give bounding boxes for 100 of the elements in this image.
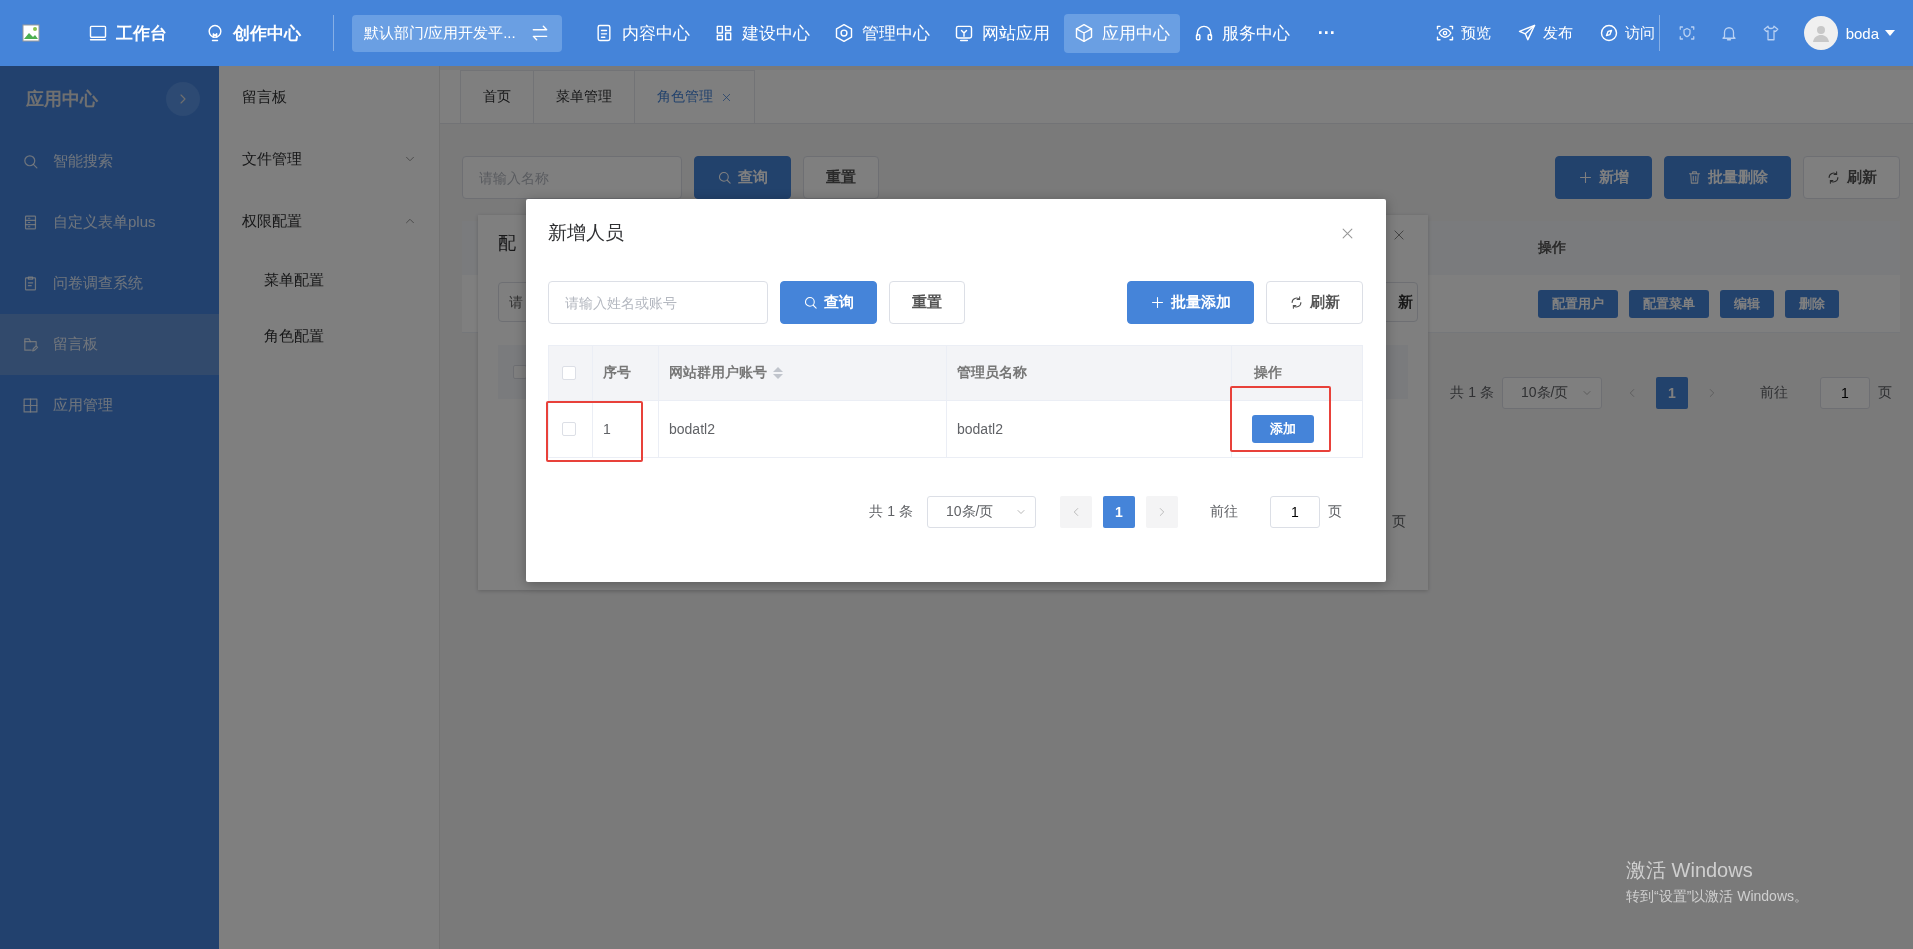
sidebar-item[interactable]: 智能搜索 <box>0 131 219 192</box>
total-count: 共 1 条 <box>1450 384 1494 402</box>
delete-button[interactable]: 批量删除 <box>1664 156 1791 199</box>
avatar[interactable] <box>1803 16 1838 50</box>
nav-item[interactable]: 内容中心 <box>583 13 700 53</box>
add-button[interactable]: 新增 <box>1555 156 1652 199</box>
activation-text: 转到“设置”以激活 Windows。 <box>1626 888 1808 906</box>
header-action[interactable]: 访问 <box>1598 23 1655 43</box>
refresh-icon <box>1289 295 1304 310</box>
sidebar-item[interactable]: 应用管理 <box>0 375 219 436</box>
submenu-item[interactable]: 文件管理 <box>219 128 439 190</box>
page-number[interactable]: 1 <box>1656 377 1688 409</box>
dialog-title: 新增人员 <box>548 221 624 245</box>
goto-label: 前往 <box>1210 503 1238 521</box>
page-number[interactable]: 1 <box>1103 496 1135 528</box>
grid-table-icon <box>22 397 39 414</box>
trash-icon <box>1687 170 1702 185</box>
next-page-button[interactable] <box>1146 496 1178 528</box>
search-icon <box>803 295 818 310</box>
table-action-button[interactable]: 配置用户 <box>1538 289 1618 318</box>
column-header: 序号 <box>603 364 631 382</box>
search-button[interactable]: 查询 <box>694 156 791 199</box>
reset-button[interactable]: 重置 <box>889 281 965 324</box>
caret-icon <box>1885 30 1895 36</box>
send-icon <box>1516 23 1537 43</box>
plus-icon <box>1150 295 1165 310</box>
submenu-item[interactable]: 留言板 <box>219 66 439 128</box>
activation-title: 激活 Windows <box>1626 858 1754 883</box>
column-header: 网站群用户账号 <box>669 364 767 382</box>
table-cell: bodatl2 <box>669 421 715 437</box>
bell-icon[interactable] <box>1719 24 1738 42</box>
close-icon <box>1392 228 1406 242</box>
refresh-button[interactable]: 刷新 <box>1803 156 1900 199</box>
nav-item[interactable]: 管理中心 <box>823 13 940 53</box>
total-count: 共 1 条 <box>869 503 913 521</box>
sidebar-title: 应用中心 <box>26 87 98 111</box>
page-size-select[interactable]: 10条/页 <box>1502 377 1602 409</box>
column-header: 管理员名称 <box>957 364 1027 382</box>
column-header: 操作 <box>1254 364 1282 382</box>
tab[interactable]: 角色管理 <box>635 70 755 123</box>
shield-scan-icon[interactable] <box>1677 24 1696 42</box>
page-suffix: 页 <box>1392 513 1406 531</box>
table-action-button[interactable]: 编辑 <box>1720 289 1774 318</box>
submenu-item[interactable]: 角色配置 <box>219 308 439 364</box>
search-icon <box>717 170 732 185</box>
department-selector[interactable]: 默认部门/应用开发平... <box>352 14 562 52</box>
nav-item[interactable]: 网站应用 <box>943 13 1060 53</box>
checkbox[interactable] <box>562 422 576 436</box>
more-button[interactable]: ··· <box>1311 22 1342 44</box>
nav-link[interactable]: 创作中心 <box>195 13 311 53</box>
headset-icon <box>1193 23 1214 43</box>
compass-icon <box>1598 23 1619 43</box>
refresh-button[interactable]: 刷新 <box>1266 281 1363 324</box>
sort-icon[interactable] <box>773 367 783 379</box>
page-suffix: 页 <box>1328 503 1342 521</box>
refresh-icon <box>1826 170 1841 185</box>
search-icon <box>22 153 39 170</box>
eye-scan-icon <box>1434 23 1455 43</box>
tab[interactable]: 首页 <box>460 70 534 123</box>
shirt-icon[interactable] <box>1761 24 1780 42</box>
form-icon <box>22 214 39 231</box>
column-header: 操作 <box>1537 239 1567 257</box>
page-size-select[interactable]: 10条/页 <box>927 496 1036 528</box>
screen-icon <box>953 23 974 43</box>
plus-icon <box>1578 170 1593 185</box>
table-cell: bodatl2 <box>957 421 1003 437</box>
checkbox[interactable] <box>562 366 576 380</box>
board-edit-icon <box>22 336 39 353</box>
cube-icon <box>1073 23 1094 43</box>
header-action[interactable]: 发布 <box>1516 23 1573 43</box>
goto-label: 前往 <box>1760 384 1788 402</box>
search-button[interactable]: 查询 <box>780 281 877 324</box>
image-icon <box>22 24 40 42</box>
checkbox[interactable] <box>513 365 527 379</box>
monitor-icon <box>88 23 108 43</box>
collapse-button[interactable] <box>166 81 200 116</box>
sidebar-item[interactable]: 问卷调查系统 <box>0 253 219 314</box>
add-button[interactable]: 批量添加 <box>1127 281 1254 324</box>
search-field[interactable]: 请输入姓名或账号 <box>548 281 768 324</box>
nav-link[interactable]: 工作台 <box>78 13 177 53</box>
sidebar-item[interactable]: 自定义表单plus <box>0 192 219 253</box>
header-action[interactable]: 预览 <box>1434 23 1491 43</box>
dialog-title: 配 <box>498 232 516 255</box>
add-button[interactable]: 添加 <box>1252 415 1314 443</box>
submenu-item[interactable]: 菜单配置 <box>219 252 439 308</box>
table-action-button[interactable]: 删除 <box>1785 289 1839 318</box>
tab[interactable]: 菜单管理 <box>534 70 635 123</box>
page-input[interactable]: 1 <box>1270 496 1320 528</box>
reset-button[interactable]: 重置 <box>803 156 879 199</box>
nav-item[interactable]: 建设中心 <box>703 13 820 53</box>
prev-page-button[interactable] <box>1060 496 1092 528</box>
nav-item[interactable]: 服务中心 <box>1183 13 1300 53</box>
hexagon-icon <box>833 23 854 43</box>
nav-item[interactable]: 应用中心 <box>1063 13 1180 53</box>
user-menu[interactable]: boda <box>1845 24 1895 42</box>
table-cell: 1 <box>603 421 611 437</box>
table-action-button[interactable]: 配置菜单 <box>1629 289 1709 318</box>
clipboard-icon <box>22 275 39 292</box>
submenu-item[interactable]: 权限配置 <box>219 190 439 252</box>
page-input[interactable]: 1 <box>1820 377 1870 409</box>
